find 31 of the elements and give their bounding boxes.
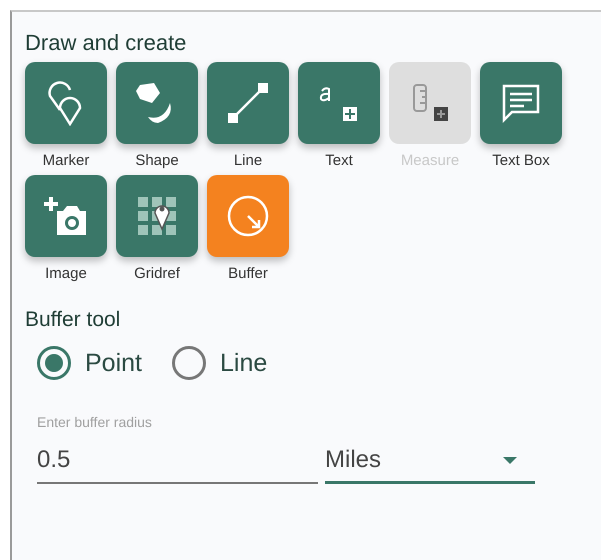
tool-label: Gridref	[134, 265, 180, 282]
line-icon	[227, 82, 269, 124]
unit-dropdown[interactable]: Miles	[325, 442, 535, 484]
tool-label: Line	[234, 152, 262, 169]
tool-label: Text Box	[492, 152, 550, 169]
section-title: Draw and create	[25, 30, 188, 56]
radio-label: Line	[220, 348, 268, 378]
speech-bubble-icon	[500, 82, 542, 124]
section-title: Buffer tool	[25, 308, 122, 332]
field-label: Enter buffer radius	[37, 414, 153, 430]
tool-button[interactable]	[116, 62, 198, 144]
tool-button[interactable]	[298, 62, 380, 144]
ruler-plus-icon	[410, 83, 450, 123]
tool-button[interactable]	[207, 62, 289, 144]
tool-label: Marker	[42, 152, 90, 169]
tool-label: Shape	[135, 152, 179, 169]
radio-button[interactable]	[172, 346, 206, 380]
tool-button[interactable]	[25, 175, 107, 257]
tool-button[interactable]	[116, 175, 198, 257]
tool-label: Buffer	[228, 265, 268, 282]
add-camera-icon	[43, 195, 89, 237]
tool-button[interactable]	[480, 62, 562, 144]
radius-input[interactable]: 0.5	[37, 442, 318, 484]
radio-button[interactable]	[37, 346, 71, 380]
radius-circle-icon	[226, 194, 270, 238]
radio-label: Point	[85, 348, 142, 378]
tool-label: Text	[325, 152, 353, 169]
tool-button[interactable]	[25, 62, 107, 144]
tool-label: Image	[45, 265, 87, 282]
grid-pin-icon	[136, 195, 178, 237]
dropdown-caret-icon	[503, 456, 517, 464]
